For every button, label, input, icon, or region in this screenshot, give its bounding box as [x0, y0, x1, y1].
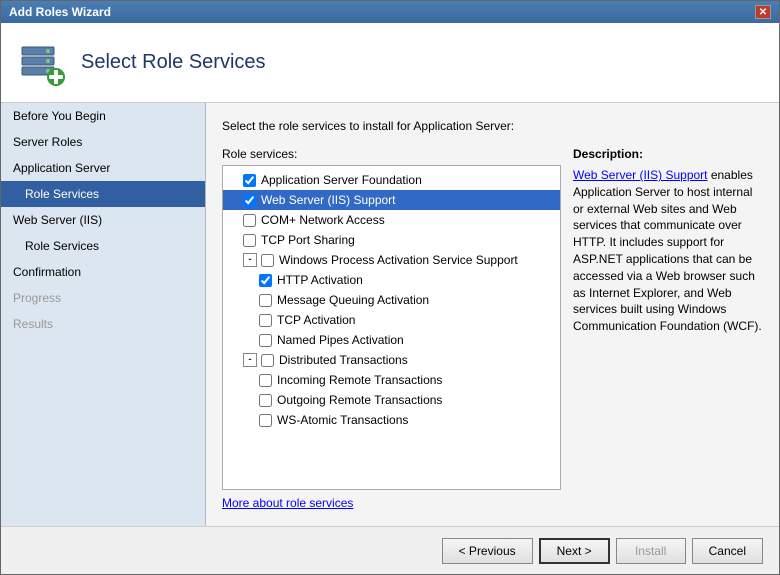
- role-services-list[interactable]: Application Server Foundation Web Server…: [222, 165, 561, 490]
- description-panel: Description: Web Server (IIS) Support en…: [573, 147, 763, 510]
- list-item-tcp-activation[interactable]: TCP Activation: [223, 310, 560, 330]
- list-item-com-network-access[interactable]: COM+ Network Access: [223, 210, 560, 230]
- label-incoming-remote: Incoming Remote Transactions: [277, 371, 442, 389]
- more-about-role-services-link[interactable]: More about role services: [222, 496, 561, 510]
- tree-toggle-distributed[interactable]: -: [243, 353, 257, 367]
- label-message-queuing: Message Queuing Activation: [277, 291, 429, 309]
- label-http-activation: HTTP Activation: [277, 271, 363, 289]
- list-item-incoming-remote[interactable]: Incoming Remote Transactions: [223, 370, 560, 390]
- sidebar-item-server-roles[interactable]: Server Roles: [1, 129, 205, 155]
- sidebar-item-web-server-iis[interactable]: Web Server (IIS): [1, 207, 205, 233]
- label-app-server-foundation: Application Server Foundation: [261, 171, 422, 189]
- window-title: Add Roles Wizard: [9, 5, 111, 19]
- label-com-network-access: COM+ Network Access: [261, 211, 385, 229]
- list-item-named-pipes[interactable]: Named Pipes Activation: [223, 330, 560, 350]
- label-ws-atomic: WS-Atomic Transactions: [277, 411, 408, 429]
- add-roles-wizard-window: Add Roles Wizard ✕ Select Role Services: [0, 0, 780, 575]
- description-text: Web Server (IIS) Support enables Applica…: [573, 167, 763, 335]
- select-instruction: Select the role services to install for …: [222, 119, 763, 133]
- wizard-icon: [17, 38, 67, 88]
- label-named-pipes: Named Pipes Activation: [277, 331, 404, 349]
- list-item-app-server-foundation[interactable]: Application Server Foundation: [223, 170, 560, 190]
- close-button[interactable]: ✕: [755, 5, 771, 19]
- checkbox-incoming-remote[interactable]: [259, 374, 272, 387]
- list-item-web-server-iis-support[interactable]: Web Server (IIS) Support: [223, 190, 560, 210]
- checkbox-web-server-iis-support[interactable]: [243, 194, 256, 207]
- sidebar-item-confirmation[interactable]: Confirmation: [1, 259, 205, 285]
- list-item-windows-process-activation[interactable]: - Windows Process Activation Service Sup…: [223, 250, 560, 270]
- label-web-server-iis-support: Web Server (IIS) Support: [261, 191, 396, 209]
- sidebar-item-role-services-2[interactable]: Role Services: [1, 233, 205, 259]
- checkbox-tcp-port-sharing[interactable]: [243, 234, 256, 247]
- checkbox-com-network-access[interactable]: [243, 214, 256, 227]
- checkbox-ws-atomic[interactable]: [259, 414, 272, 427]
- footer: < Previous Next > Install Cancel: [1, 526, 779, 574]
- content-description-top: Select the role services to install for …: [222, 119, 763, 139]
- tree-toggle-windows-process[interactable]: -: [243, 253, 257, 267]
- content-area: Select the role services to install for …: [206, 103, 779, 526]
- checkbox-tcp-activation[interactable]: [259, 314, 272, 327]
- list-item-message-queuing[interactable]: Message Queuing Activation: [223, 290, 560, 310]
- sidebar-item-progress: Progress: [1, 285, 205, 311]
- list-item-tcp-port-sharing[interactable]: TCP Port Sharing: [223, 230, 560, 250]
- label-distributed-transactions: Distributed Transactions: [279, 351, 408, 369]
- description-body: enables Application Server to host inter…: [573, 168, 762, 333]
- checkbox-http-activation[interactable]: [259, 274, 272, 287]
- list-item-ws-atomic[interactable]: WS-Atomic Transactions: [223, 410, 560, 430]
- checkbox-distributed-transactions[interactable]: [261, 354, 274, 367]
- role-services-panel: Role services: Application Server Founda…: [222, 147, 561, 510]
- checkbox-app-server-foundation[interactable]: [243, 174, 256, 187]
- sidebar-item-application-server[interactable]: Application Server: [1, 155, 205, 181]
- description-label: Description:: [573, 147, 763, 161]
- list-item-http-activation[interactable]: HTTP Activation: [223, 270, 560, 290]
- description-link[interactable]: Web Server (IIS) Support: [573, 168, 708, 182]
- sidebar: Before You Begin Server Roles Applicatio…: [1, 103, 206, 526]
- install-button[interactable]: Install: [616, 538, 686, 564]
- header-panel: Select Role Services: [1, 23, 779, 103]
- label-windows-process-activation: Windows Process Activation Service Suppo…: [279, 251, 518, 269]
- server-add-icon: [18, 39, 66, 87]
- next-button[interactable]: Next >: [539, 538, 610, 564]
- checkbox-named-pipes[interactable]: [259, 334, 272, 347]
- content-split: Role services: Application Server Founda…: [222, 147, 763, 510]
- sidebar-item-results: Results: [1, 311, 205, 337]
- checkbox-windows-process-activation[interactable]: [261, 254, 274, 267]
- list-item-outgoing-remote[interactable]: Outgoing Remote Transactions: [223, 390, 560, 410]
- main-content: Before You Begin Server Roles Applicatio…: [1, 103, 779, 526]
- label-outgoing-remote: Outgoing Remote Transactions: [277, 391, 442, 409]
- role-services-label: Role services:: [222, 147, 561, 161]
- label-tcp-port-sharing: TCP Port Sharing: [261, 231, 355, 249]
- list-item-distributed-transactions[interactable]: - Distributed Transactions: [223, 350, 560, 370]
- cancel-button[interactable]: Cancel: [692, 538, 763, 564]
- sidebar-item-role-services[interactable]: Role Services: [1, 181, 205, 207]
- sidebar-item-before-you-begin[interactable]: Before You Begin: [1, 103, 205, 129]
- checkbox-outgoing-remote[interactable]: [259, 394, 272, 407]
- previous-button[interactable]: < Previous: [442, 538, 533, 564]
- checkbox-message-queuing[interactable]: [259, 294, 272, 307]
- label-tcp-activation: TCP Activation: [277, 311, 355, 329]
- page-title: Select Role Services: [81, 51, 266, 74]
- title-bar: Add Roles Wizard ✕: [1, 1, 779, 23]
